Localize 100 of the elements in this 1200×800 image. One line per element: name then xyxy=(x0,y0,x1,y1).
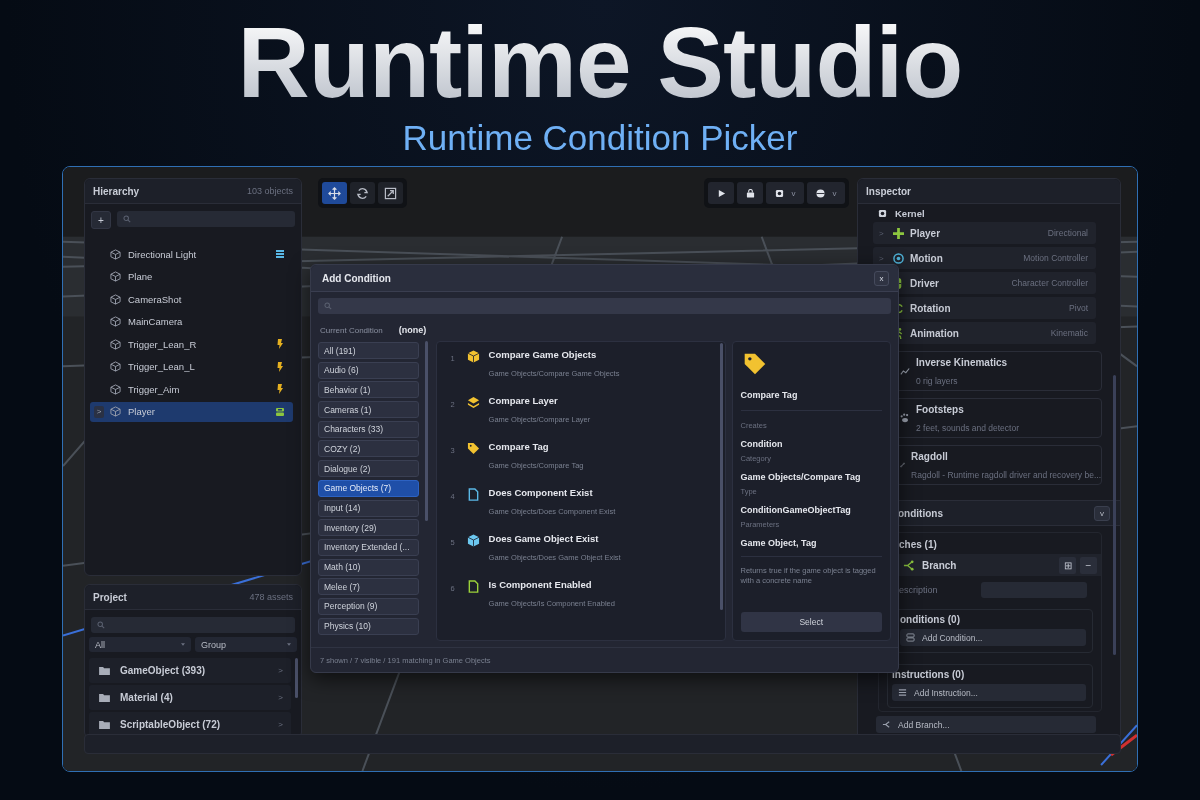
module-title: Ragdoll xyxy=(911,450,949,462)
scrollbar[interactable] xyxy=(719,343,723,610)
component-type: Character Controller xyxy=(1011,278,1088,288)
category-item[interactable]: Cameras (1) xyxy=(318,401,419,419)
expand-toggle[interactable]: > xyxy=(94,405,104,418)
scrollbar[interactable] xyxy=(424,341,428,521)
caret-icon xyxy=(181,643,185,646)
filter-dropdown[interactable]: All xyxy=(89,637,191,652)
folder-icon xyxy=(99,693,110,702)
component-name: Player xyxy=(910,227,942,239)
panel-title: Hierarchy xyxy=(93,185,140,197)
close-button[interactable]: x xyxy=(874,270,889,286)
rotate-tool-button[interactable] xyxy=(350,182,375,204)
folder-label: GameObject (393) xyxy=(120,665,207,676)
category-item[interactable]: Input (14) xyxy=(318,499,419,517)
category-item[interactable]: Dialogue (2) xyxy=(318,460,419,478)
chevron: > xyxy=(879,228,885,238)
filter-dropdown[interactable]: Group xyxy=(195,637,297,652)
remove-button[interactable]: − xyxy=(1080,556,1097,574)
add-instruction-button[interactable]: Add Instruction... xyxy=(892,684,1086,701)
field-value: Game Objects/Compare Tag xyxy=(740,472,862,482)
category-item[interactable]: Behavior (1) xyxy=(318,381,419,399)
folder-row[interactable]: Material (4) > xyxy=(89,685,291,710)
scrollbar[interactable] xyxy=(295,658,298,698)
hierarchy-item[interactable]: Plane xyxy=(90,266,293,287)
item-label: MainCamera xyxy=(128,316,184,327)
component-name: Motion xyxy=(910,252,944,264)
cube-icon xyxy=(110,293,121,305)
item-label: CameraShot xyxy=(128,293,183,305)
settings-button[interactable]: v xyxy=(766,182,804,204)
cube-icon xyxy=(110,361,121,372)
instructions-label: Instructions (0) xyxy=(892,669,966,680)
category-item[interactable]: Game Objects (7) xyxy=(318,479,419,497)
category-item[interactable]: Math (10) xyxy=(318,558,419,576)
hierarchy-item[interactable]: Trigger_Aim xyxy=(90,379,293,399)
cube-icon xyxy=(110,316,121,327)
module-title: Footsteps xyxy=(916,403,965,415)
gear-icon xyxy=(878,209,887,218)
play-button[interactable] xyxy=(708,182,734,204)
collapse-button[interactable]: v xyxy=(1094,505,1110,521)
add-button[interactable]: + xyxy=(91,211,111,229)
module-summary: 2 feet, sounds and detector xyxy=(916,422,1020,433)
asset-count: 478 assets xyxy=(249,592,293,602)
section-title: Kernel xyxy=(895,208,925,219)
scale-icon xyxy=(384,186,397,200)
category-item[interactable]: Inventory Extended (... xyxy=(318,538,419,556)
chevron: > xyxy=(278,666,283,675)
category-item[interactable]: All (191) xyxy=(318,342,419,359)
category-item[interactable]: Melee (7) xyxy=(318,578,419,596)
lock-button[interactable] xyxy=(737,182,763,204)
search-field[interactable] xyxy=(318,298,891,314)
component-row[interactable]: > Player Directional xyxy=(873,222,1096,244)
hierarchy-item[interactable]: Directional Light xyxy=(90,244,293,264)
result-title: Does Game Object Exist xyxy=(488,533,600,544)
component-type: Kinematic xyxy=(1050,328,1088,338)
hierarchy-item[interactable]: MainCamera xyxy=(90,311,293,332)
component-type: Motion Controller xyxy=(1023,253,1088,263)
category-item[interactable]: Audio (6) xyxy=(318,361,419,379)
search-field[interactable] xyxy=(117,211,295,227)
category-item[interactable]: Inventory (29) xyxy=(318,519,419,537)
lightning-icon xyxy=(275,384,285,394)
globe-button[interactable]: v xyxy=(807,182,845,204)
hierarchy-item[interactable]: Trigger_Lean_L xyxy=(90,356,293,377)
rotate-icon xyxy=(356,186,369,200)
component-type: Pivot xyxy=(1069,303,1088,313)
component-type: Directional xyxy=(1047,228,1088,238)
component-row[interactable]: > Motion Motion Controller xyxy=(873,247,1096,269)
item-label: Trigger_Lean_R xyxy=(128,338,198,350)
category-item[interactable]: Perception (9) xyxy=(318,597,419,615)
sphere-icon xyxy=(815,188,825,198)
component-icon xyxy=(275,406,285,417)
folder-icon xyxy=(99,720,110,729)
search-field[interactable] xyxy=(91,617,295,633)
hierarchy-item[interactable]: > Player xyxy=(90,401,293,422)
category-item[interactable]: COZY (2) xyxy=(318,440,419,458)
add-branch-button[interactable]: Add Branch... xyxy=(876,716,1096,733)
section-title: onditions xyxy=(898,507,943,519)
scrollbar[interactable] xyxy=(1113,375,1116,655)
branch-icon xyxy=(903,559,914,571)
add-condition-button[interactable]: Add Condition... xyxy=(900,629,1086,646)
module-summary: Ragdoll - Runtime ragdoll driver and recovery be... xyxy=(911,469,1101,480)
item-label: Player xyxy=(128,406,156,417)
field-value: ConditionGameObjectTag xyxy=(740,505,852,515)
category-item[interactable]: Physics (10) xyxy=(318,617,419,635)
select-button[interactable]: Select xyxy=(740,612,882,632)
folder-row[interactable]: GameObject (393) > xyxy=(89,658,291,683)
branch-icon xyxy=(882,720,891,729)
scale-tool-button[interactable] xyxy=(378,182,403,204)
search-icon xyxy=(324,302,332,310)
move-icon xyxy=(328,186,341,200)
move-tool-button[interactable] xyxy=(322,182,347,204)
settings-icon xyxy=(774,188,784,198)
chevron: > xyxy=(278,693,283,702)
field-label: escription xyxy=(899,585,938,595)
hierarchy-item[interactable]: CameraShot xyxy=(90,289,293,309)
line-chart-icon xyxy=(900,366,910,376)
category-item[interactable]: Characters (33) xyxy=(318,420,419,438)
hierarchy-item[interactable]: Trigger_Lean_R xyxy=(90,334,293,354)
play-icon xyxy=(716,188,726,198)
add-button[interactable]: ⊞ xyxy=(1059,556,1076,574)
